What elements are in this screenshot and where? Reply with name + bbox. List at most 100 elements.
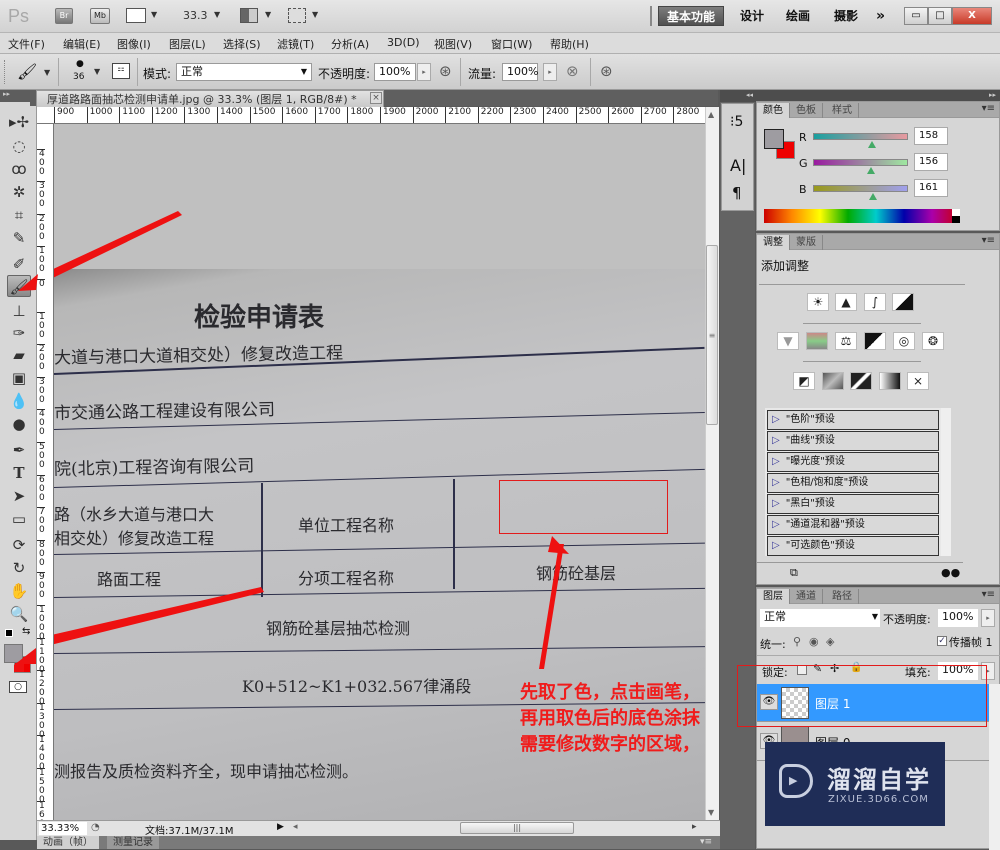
- tab-masks[interactable]: 蒙版: [790, 235, 823, 250]
- preset-exposure[interactable]: ▷ "曝光度"预设: [767, 452, 939, 472]
- tablet-size-icon[interactable]: ⊛: [600, 62, 613, 80]
- tab-channels[interactable]: 通道: [790, 589, 823, 604]
- menu-select[interactable]: 选择(S): [223, 36, 261, 52]
- menu-window[interactable]: 窗口(W): [491, 36, 532, 52]
- expand-dock-icon[interactable]: ▸▸: [989, 91, 996, 99]
- view-extras-icon[interactable]: [126, 8, 146, 23]
- menu-analysis[interactable]: 分析(A): [331, 36, 369, 52]
- green-slider[interactable]: [813, 159, 908, 166]
- status-info-icon[interactable]: ◔: [91, 822, 100, 833]
- presets-scrollbar[interactable]: [941, 408, 951, 556]
- history-panel-icon[interactable]: ⁝5: [730, 114, 743, 130]
- paragraph-panel-icon[interactable]: ¶: [732, 184, 742, 202]
- brush-picker-chevron-icon[interactable]: ▼: [94, 67, 100, 76]
- preset-curves[interactable]: ▷ "曲线"预设: [767, 431, 939, 451]
- chevron-down-icon[interactable]: ▼: [151, 10, 157, 19]
- menu-file[interactable]: 文件(F): [8, 36, 45, 52]
- scroll-left-icon[interactable]: ◂: [293, 822, 298, 832]
- unify-position-icon[interactable]: ⚲: [793, 635, 801, 648]
- lasso-tool-icon[interactable]: ꝏ: [7, 158, 31, 180]
- clip-to-layer-icon[interactable]: ●●: [941, 566, 960, 579]
- panel-menu-icon[interactable]: ▾≡: [700, 837, 712, 847]
- workspace-design[interactable]: 设计: [732, 6, 772, 26]
- brightness-contrast-icon[interactable]: ☀: [807, 293, 829, 311]
- eyedropper-tool-icon[interactable]: ✎: [7, 227, 31, 249]
- mini-bridge-button[interactable]: Mb: [90, 8, 110, 24]
- invert-icon[interactable]: ◩: [793, 372, 815, 390]
- horizontal-scroll-thumb[interactable]: |||: [460, 822, 574, 834]
- unify-visibility-icon[interactable]: ◉: [809, 635, 819, 648]
- crop-tool-icon[interactable]: ⌗: [7, 204, 31, 226]
- tool-preset-chevron-icon[interactable]: ▼: [44, 68, 50, 77]
- tab-measurement-log[interactable]: 测量记录: [107, 836, 159, 849]
- tab-styles[interactable]: 样式: [826, 103, 859, 118]
- posterize-icon[interactable]: [822, 372, 844, 390]
- move-tool-icon[interactable]: ▸✢: [7, 111, 31, 133]
- preset-channel-mixer[interactable]: ▷ "通道混和器"预设: [767, 515, 939, 535]
- green-slider-thumb[interactable]: [866, 167, 875, 174]
- panel-menu-icon[interactable]: ▾≡: [982, 589, 995, 600]
- flow-input[interactable]: 100%: [502, 63, 538, 81]
- chevron-down-icon[interactable]: ▼: [265, 10, 271, 19]
- document-canvas[interactable]: 检验申请表 大道与港口大道相交处）修复改造工程 市交通公路工程建设有限公司 院(…: [54, 124, 705, 820]
- photo-filter-icon[interactable]: ◎: [893, 332, 915, 350]
- brush-tip-icon[interactable]: ●: [76, 59, 84, 69]
- more-workspaces-button[interactable]: »: [868, 6, 893, 26]
- tab-layers[interactable]: 图层: [757, 589, 790, 604]
- color-balance-icon[interactable]: ⚖: [835, 332, 857, 350]
- menu-image[interactable]: 图像(I): [117, 36, 151, 52]
- red-slider[interactable]: [813, 133, 908, 140]
- brush-panel-toggle-icon[interactable]: ⚏: [112, 63, 130, 79]
- exposure-icon[interactable]: [892, 293, 914, 311]
- brush-tool-icon[interactable]: 🖌: [17, 62, 37, 81]
- black-swatch[interactable]: [952, 216, 960, 223]
- vertical-scroll-thumb[interactable]: ≡: [706, 245, 718, 425]
- black-white-icon[interactable]: [864, 332, 886, 350]
- close-button[interactable]: X: [952, 7, 992, 25]
- tablet-opacity-icon[interactable]: ⊛: [439, 62, 452, 80]
- red-slider-thumb[interactable]: [867, 141, 876, 148]
- blue-slider[interactable]: [813, 185, 908, 192]
- workspace-essentials[interactable]: 基本功能: [658, 6, 725, 26]
- green-value-input[interactable]: 156: [914, 153, 948, 171]
- menu-3d[interactable]: 3D(D): [387, 36, 420, 49]
- layer-blend-mode-select[interactable]: 正常 ▼: [760, 609, 880, 627]
- blue-slider-thumb[interactable]: [868, 193, 877, 200]
- red-value-input[interactable]: 158: [914, 127, 948, 145]
- chevron-down-icon[interactable]: ▼: [312, 10, 318, 19]
- panel-menu-icon[interactable]: ▾≡: [982, 235, 995, 246]
- zoom-level-select[interactable]: 33.3: [183, 9, 208, 22]
- curves-icon[interactable]: ∫: [864, 293, 886, 311]
- foreground-color-chip[interactable]: [764, 129, 784, 149]
- preset-levels[interactable]: ▷ "色阶"预设: [767, 410, 939, 430]
- preset-hue-saturation[interactable]: ▷ "色相/饱和度"预设: [767, 473, 939, 493]
- channel-mixer-icon[interactable]: ❂: [922, 332, 944, 350]
- layer-opacity-stepper[interactable]: ▸: [981, 609, 995, 627]
- vertical-scrollbar[interactable]: [705, 107, 719, 820]
- tab-paths[interactable]: 路径: [826, 589, 859, 604]
- opacity-input[interactable]: 100%: [374, 63, 416, 81]
- tab-swatches[interactable]: 色板: [790, 103, 823, 118]
- threshold-icon[interactable]: [850, 372, 872, 390]
- blue-value-input[interactable]: 161: [914, 179, 948, 197]
- collapse-dock-icon[interactable]: ◂◂: [746, 91, 753, 99]
- levels-icon[interactable]: ▲: [835, 293, 857, 311]
- return-to-list-icon[interactable]: ⧉: [790, 566, 798, 580]
- document-tab[interactable]: 厚道路路面抽芯检测申请单.jpg @ 33.3% (图层 1, RGB/8#) …: [36, 90, 384, 107]
- workspace-photography[interactable]: 摄影: [826, 6, 866, 26]
- scroll-right-icon[interactable]: ▸: [692, 822, 697, 832]
- zoom-field[interactable]: 33.33%: [39, 822, 87, 835]
- menu-edit[interactable]: 编辑(E): [63, 36, 101, 52]
- gradient-map-icon[interactable]: [879, 372, 901, 390]
- menu-help[interactable]: 帮助(H): [550, 36, 589, 52]
- tab-animation[interactable]: 动画（帧）: [37, 836, 99, 849]
- menu-layer[interactable]: 图层(L): [169, 36, 206, 52]
- preset-selective-color[interactable]: ▷ "可选颜色"预设: [767, 536, 939, 556]
- character-panel-icon[interactable]: A|: [730, 156, 746, 175]
- propagate-frame-checkbox[interactable]: ✓: [937, 636, 947, 646]
- grip-handle[interactable]: [4, 60, 7, 84]
- panel-menu-icon[interactable]: ▾≡: [982, 103, 995, 114]
- unify-style-icon[interactable]: ◈: [826, 635, 834, 648]
- airbrush-icon[interactable]: ⊗: [566, 62, 579, 80]
- workspace-painting[interactable]: 绘画: [778, 6, 818, 26]
